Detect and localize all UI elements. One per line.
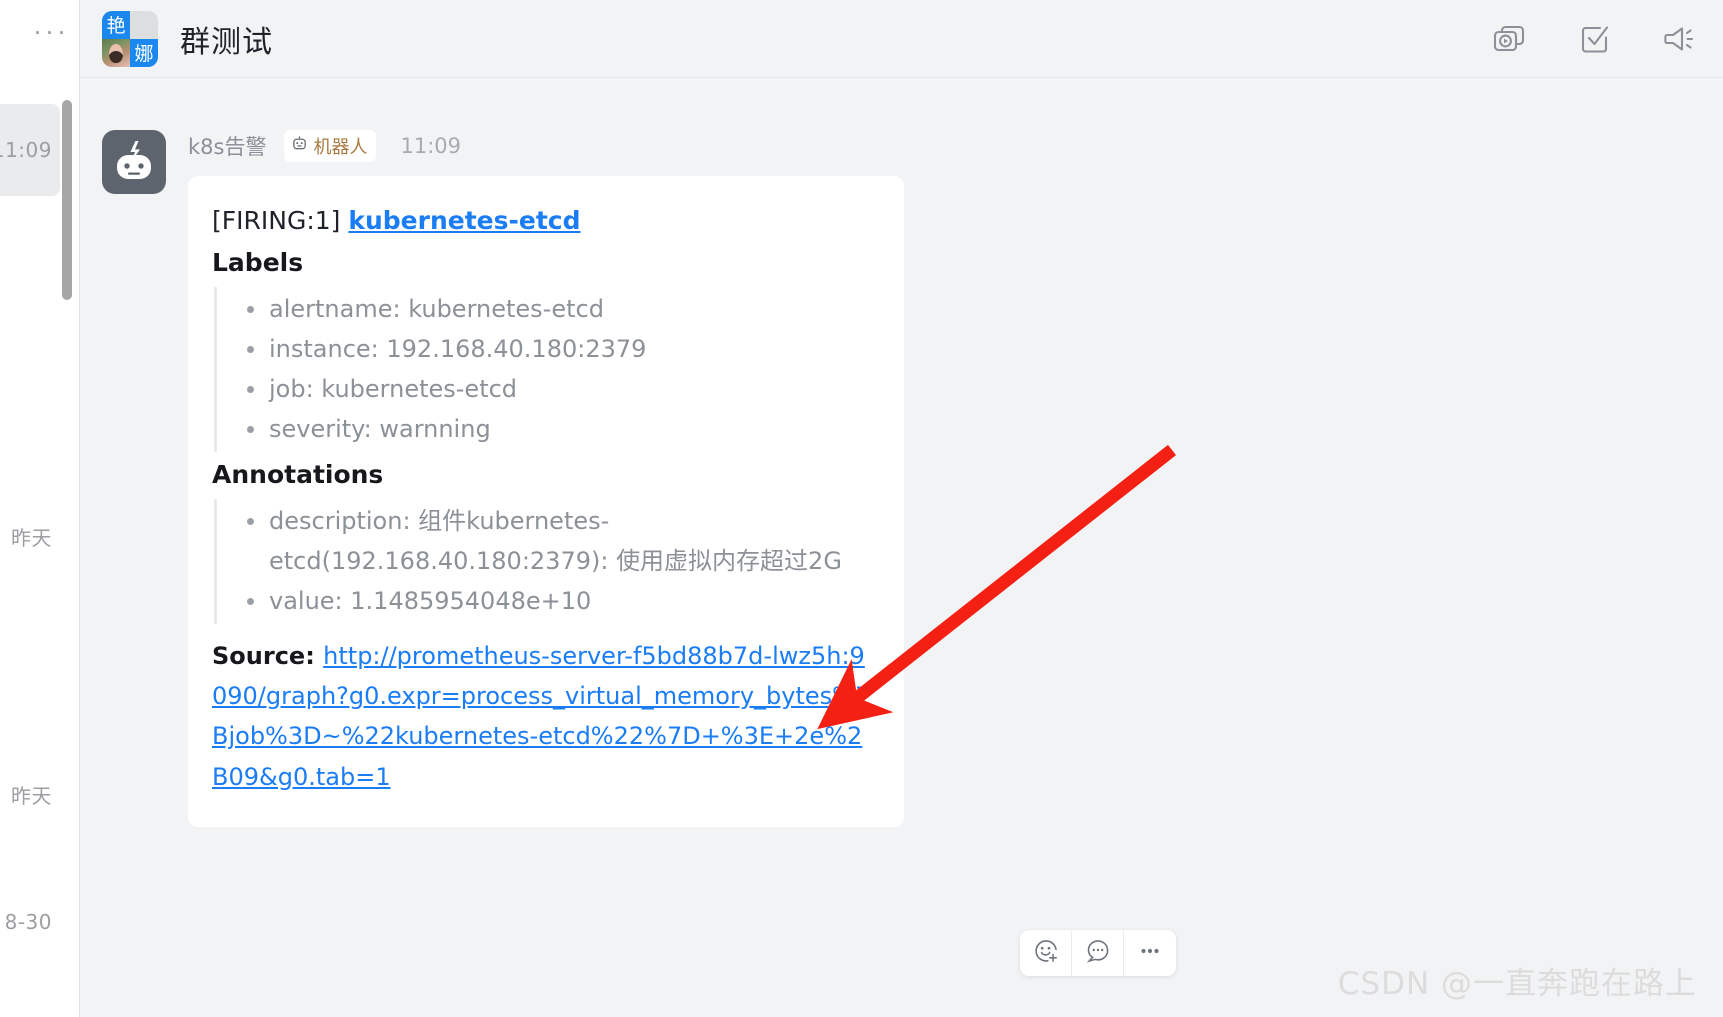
- list-item[interactable]: 昨天: [0, 748, 60, 840]
- conversation-panel: 艳 娜 群测试 k8s告警 机器人 11:09 [FIRING:1] kuber…: [80, 0, 1723, 1017]
- add-reaction-button[interactable]: [1020, 930, 1072, 976]
- reply-button[interactable]: [1072, 930, 1124, 976]
- avatar-tile-1: 艳: [102, 10, 130, 39]
- message-action-bar: [1020, 930, 1176, 976]
- chat-list-item-time: 8-30: [4, 910, 52, 934]
- page-title: 群测试: [180, 24, 273, 60]
- labels-list: alertname: kubernetes-etcd instance: 192…: [214, 286, 874, 452]
- todo-checkbox-icon[interactable]: [1577, 21, 1613, 57]
- status-badge: 机器人: [284, 130, 377, 162]
- alert-card: [FIRING:1] kubernetes-etcd Labels alertn…: [188, 176, 904, 827]
- ellipsis-icon: [1137, 938, 1163, 969]
- list-item[interactable]: 8-30: [0, 876, 60, 968]
- robot-avatar-icon[interactable]: [102, 130, 166, 194]
- group-avatar[interactable]: 艳 娜: [102, 10, 158, 67]
- avatar-tile-photo: [102, 38, 130, 67]
- announcement-speaker-icon[interactable]: [1663, 21, 1699, 57]
- speech-bubble-icon: [1085, 938, 1111, 969]
- message-meta: k8s告警 机器人 11:09: [188, 130, 904, 162]
- list-item: description: 组件kubernetes-etcd(192.168.4…: [239, 501, 874, 582]
- list-item[interactable]: 昨天: [0, 490, 60, 582]
- message-body: k8s告警 机器人 11:09 [FIRING:1] kubernetes-et…: [188, 130, 904, 827]
- chat-list-item-time: 11:09: [0, 138, 52, 162]
- alert-title: [FIRING:1] kubernetes-etcd: [212, 202, 874, 240]
- status-badge-label: 机器人: [313, 137, 368, 158]
- labels-heading: Labels: [212, 247, 304, 277]
- list-item[interactable]: 11:09: [0, 104, 60, 196]
- watermark: CSDN @一直奔跑在路上: [1337, 966, 1697, 1002]
- avatar-tile-2: [130, 10, 158, 39]
- list-item: alertname: kubernetes-etcd: [239, 289, 874, 329]
- annotations-heading: Annotations: [212, 459, 384, 489]
- alert-title-prefix: [FIRING:1]: [212, 206, 349, 235]
- chat-list-item-time: 昨天: [11, 525, 52, 550]
- list-item: severity: warnning: [239, 409, 874, 449]
- avatar-tile-4: 娜: [130, 38, 158, 67]
- list-item[interactable]: 6-27: [0, 994, 60, 1017]
- chat-app-window: ··· 11:09 昨天 昨天 8-30 6-27 艳: [0, 0, 1723, 1017]
- smiley-plus-icon: [1033, 938, 1059, 969]
- chat-list-item-time: 昨天: [11, 783, 52, 808]
- message-sender: k8s告警: [188, 135, 267, 159]
- more-actions-button[interactable]: [1124, 930, 1176, 976]
- media-gallery-icon[interactable]: [1491, 21, 1527, 57]
- chat-list-scrollbar[interactable]: [62, 100, 72, 300]
- ellipsis-icon[interactable]: ···: [33, 18, 69, 45]
- alert-source-label: Source:: [212, 641, 324, 670]
- message-list: k8s告警 机器人 11:09 [FIRING:1] kubernetes-et…: [80, 78, 1723, 827]
- chat-list-header: ···: [0, 0, 79, 78]
- chat-list-panel: ··· 11:09 昨天 昨天 8-30 6-27: [0, 0, 80, 1017]
- robot-icon: [291, 135, 308, 157]
- alert-title-link[interactable]: kubernetes-etcd: [348, 206, 580, 235]
- header-tools: [1491, 21, 1699, 57]
- list-item: instance: 192.168.40.180:2379: [239, 329, 874, 369]
- message-timestamp: 11:09: [400, 134, 461, 158]
- list-item: value: 1.1485954048e+10: [239, 581, 874, 621]
- message-item: k8s告警 机器人 11:09 [FIRING:1] kubernetes-et…: [102, 130, 1723, 827]
- alert-source: Source: http://prometheus-server-f5bd88b…: [212, 636, 874, 797]
- annotations-list: description: 组件kubernetes-etcd(192.168.4…: [214, 498, 874, 624]
- conversation-header: 艳 娜 群测试: [80, 0, 1723, 78]
- list-item: job: kubernetes-etcd: [239, 369, 874, 409]
